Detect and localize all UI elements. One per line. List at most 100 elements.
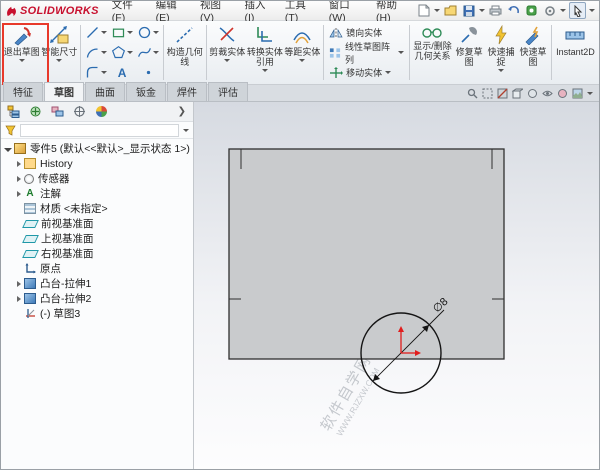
- move-entities-button[interactable]: 移动实体: [326, 63, 407, 83]
- arc-tool-button[interactable]: [83, 43, 109, 63]
- tree-item-top-plane[interactable]: 上视基准面: [1, 231, 193, 246]
- select-cursor-icon[interactable]: [569, 2, 586, 19]
- collapse-icon[interactable]: [4, 147, 12, 152]
- save-icon[interactable]: [461, 3, 476, 18]
- line-tool-button[interactable]: [83, 23, 109, 43]
- tab-sketch[interactable]: 草图: [44, 82, 84, 101]
- print-icon[interactable]: [488, 3, 503, 18]
- quick-snaps-dropdown-icon[interactable]: [498, 69, 505, 72]
- view-orientation-icon[interactable]: [512, 88, 523, 99]
- part-face[interactable]: [228, 148, 505, 360]
- tree-item-front-plane[interactable]: 前视基准面: [1, 216, 193, 231]
- tree-item-history[interactable]: History: [1, 156, 193, 171]
- filter-funnel-icon[interactable]: [5, 125, 16, 136]
- zoom-fit-icon[interactable]: [467, 88, 478, 99]
- filter-dropdown-icon[interactable]: [183, 128, 189, 132]
- display-style-icon[interactable]: [527, 88, 538, 99]
- tab-weldments[interactable]: 焊件: [167, 82, 207, 101]
- rebuild-icon[interactable]: [524, 3, 539, 18]
- smart-dimension-button[interactable]: 智能尺寸: [41, 22, 79, 83]
- tree-item-annotations[interactable]: A 注解: [1, 186, 193, 201]
- undo-icon[interactable]: [506, 3, 521, 18]
- tab-features[interactable]: 特征: [3, 82, 43, 101]
- display-relations-button[interactable]: 显示/删除几何关系: [412, 22, 453, 83]
- rectangle-dropdown-icon[interactable]: [127, 31, 134, 34]
- options-dropdown-icon[interactable]: [560, 9, 566, 12]
- tree-item-right-plane[interactable]: 右视基准面: [1, 246, 193, 261]
- select-dropdown-icon[interactable]: [589, 9, 595, 12]
- repair-sketch-button[interactable]: 修复草图: [453, 22, 485, 83]
- construction-geometry-button[interactable]: 构造几何线: [166, 22, 204, 83]
- property-manager-tab[interactable]: [27, 104, 43, 119]
- tree-item-sensors[interactable]: 传感器: [1, 171, 193, 186]
- tree-item-material[interactable]: 材质 <未指定>: [1, 201, 193, 216]
- mirror-entities-icon: [329, 27, 343, 38]
- convert-entities-button[interactable]: 转换实体引用: [246, 22, 284, 83]
- tab-surfaces[interactable]: 曲面: [85, 82, 125, 101]
- exit-sketch-dropdown-icon[interactable]: [18, 59, 25, 62]
- instant2d-button[interactable]: Instant2D: [554, 22, 597, 83]
- move-entities-dropdown-icon[interactable]: [385, 71, 392, 74]
- edit-appearance-icon[interactable]: [557, 88, 568, 99]
- line-dropdown-icon[interactable]: [101, 31, 108, 34]
- expand-icon[interactable]: [17, 175, 21, 182]
- tree-item-origin[interactable]: 原点: [1, 261, 193, 276]
- polygon-tool-button[interactable]: [109, 43, 135, 63]
- dimxpert-manager-tab[interactable]: [71, 104, 87, 119]
- save-dropdown-icon[interactable]: [479, 9, 485, 12]
- circle-dropdown-icon[interactable]: [153, 31, 160, 34]
- material-icon: [24, 203, 36, 214]
- open-icon[interactable]: [443, 3, 458, 18]
- trim-dropdown-icon[interactable]: [224, 59, 231, 62]
- exit-sketch-button[interactable]: 退出草图: [3, 22, 41, 83]
- tree-item-label: History: [40, 157, 73, 170]
- offset-dropdown-icon[interactable]: [299, 59, 306, 62]
- tree-item-boss-extrude1[interactable]: 凸台-拉伸1: [1, 276, 193, 291]
- tree-item-boss-extrude2[interactable]: 凸台-拉伸2: [1, 291, 193, 306]
- rectangle-tool-button[interactable]: [109, 23, 135, 43]
- tree-item-part[interactable]: 零件5 (默认<<默认>_显示状态 1>): [1, 141, 193, 156]
- spline-tool-button[interactable]: [135, 43, 161, 63]
- arc-dropdown-icon[interactable]: [101, 51, 108, 54]
- boss-extrude-icon: [24, 278, 36, 289]
- scene-dropdown-icon[interactable]: [587, 92, 593, 95]
- filter-input[interactable]: [20, 123, 179, 137]
- plane-icon: [22, 249, 39, 258]
- linear-pattern-dropdown-icon[interactable]: [397, 51, 404, 54]
- panel-expand-chevron[interactable]: ❯: [175, 106, 189, 117]
- construction-geometry-label: 构造几何线: [166, 47, 203, 67]
- feature-manager-tab[interactable]: [5, 104, 21, 119]
- apply-scene-icon[interactable]: [572, 88, 583, 99]
- point-tool-button[interactable]: [135, 63, 161, 83]
- fillet-tool-button[interactable]: [83, 63, 109, 83]
- tab-sheet-metal[interactable]: 钣金: [126, 82, 166, 101]
- expand-icon[interactable]: [17, 160, 21, 167]
- graphics-viewport[interactable]: 软件自学网 WWW.RJZXW.COM 软件自学网 WWW.RJZXW.COM …: [194, 102, 599, 469]
- new-document-icon[interactable]: [416, 3, 431, 18]
- new-dropdown-icon[interactable]: [434, 9, 440, 12]
- section-view-icon[interactable]: [497, 88, 508, 99]
- feature-tree: 零件5 (默认<<默认>_显示状态 1>) History 传感器 A 注解 材…: [1, 139, 193, 321]
- tree-item-sketch3[interactable]: (-) 草图3: [1, 306, 193, 321]
- text-tool-button[interactable]: A: [109, 63, 135, 83]
- zoom-area-icon[interactable]: [482, 88, 493, 99]
- expand-icon[interactable]: [17, 295, 21, 302]
- rapid-sketch-button[interactable]: 快速草图: [517, 22, 549, 83]
- quick-snaps-button[interactable]: 快速捕捉: [485, 22, 517, 83]
- hide-show-items-icon[interactable]: [542, 88, 553, 99]
- spline-dropdown-icon[interactable]: [153, 51, 160, 54]
- display-manager-tab[interactable]: [93, 104, 109, 119]
- configuration-manager-tab[interactable]: [49, 104, 65, 119]
- circle-tool-button[interactable]: [135, 23, 161, 43]
- trim-entities-button[interactable]: 剪裁实体: [209, 22, 247, 83]
- tab-evaluate[interactable]: 评估: [208, 82, 248, 101]
- smart-dimension-dropdown-icon[interactable]: [56, 59, 63, 62]
- linear-pattern-button[interactable]: 线性草图阵列: [326, 42, 407, 65]
- offset-entities-button[interactable]: 等距实体: [284, 22, 322, 83]
- convert-dropdown-icon[interactable]: [261, 69, 268, 72]
- expand-icon[interactable]: [17, 190, 21, 197]
- options-gear-icon[interactable]: [542, 3, 557, 18]
- polygon-dropdown-icon[interactable]: [127, 51, 134, 54]
- fillet-dropdown-icon[interactable]: [101, 71, 108, 74]
- expand-icon[interactable]: [17, 280, 21, 287]
